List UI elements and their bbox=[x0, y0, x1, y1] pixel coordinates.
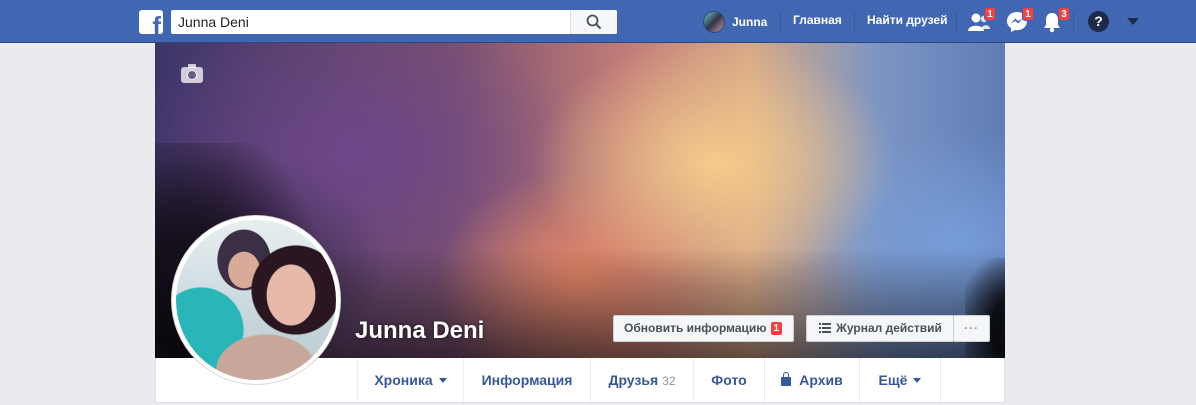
tab-photos-label: Фото bbox=[711, 372, 747, 388]
top-navigation-bar: f Junna Главная Найти друзей 1 1 bbox=[0, 0, 1196, 43]
chevron-down-icon bbox=[913, 378, 922, 383]
activity-log-label: Журнал действий bbox=[836, 321, 942, 335]
tab-friends[interactable]: Друзья 32 bbox=[590, 358, 693, 402]
chevron-down-icon bbox=[438, 378, 447, 383]
nav-divider bbox=[854, 13, 855, 31]
tab-friends-label: Друзья bbox=[608, 372, 659, 388]
profile-picture-image bbox=[176, 220, 336, 380]
profile-name[interactable]: Junna Deni bbox=[355, 317, 484, 345]
facebook-logo-icon[interactable]: f bbox=[139, 10, 163, 34]
tab-photos[interactable]: Фото bbox=[693, 358, 764, 402]
help-button[interactable]: ? bbox=[1088, 11, 1109, 32]
update-info-badge: 1 bbox=[770, 322, 783, 335]
camera-icon[interactable] bbox=[181, 64, 203, 83]
notifications-button[interactable]: 3 bbox=[1042, 7, 1070, 33]
update-info-button[interactable]: Обновить информацию 1 bbox=[613, 315, 794, 342]
search-box bbox=[171, 10, 617, 34]
messages-badge: 1 bbox=[1022, 7, 1034, 21]
nav-divider bbox=[780, 13, 781, 31]
tab-about-label: Информация bbox=[481, 372, 573, 388]
search-button[interactable] bbox=[570, 10, 617, 34]
tab-more-label: Ещё bbox=[878, 372, 908, 388]
find-friends-link[interactable]: Найти друзей bbox=[867, 13, 947, 27]
tab-about[interactable]: Информация bbox=[463, 358, 590, 402]
nav-divider bbox=[1073, 13, 1074, 31]
nav-divider bbox=[956, 13, 957, 31]
profile-picture[interactable] bbox=[171, 215, 341, 385]
avatar bbox=[703, 11, 725, 33]
tab-archive-label: Архив bbox=[799, 372, 843, 388]
lock-icon bbox=[781, 372, 792, 386]
messages-button[interactable]: 1 bbox=[1006, 7, 1034, 33]
tab-archive[interactable]: Архив bbox=[764, 358, 859, 402]
update-info-label: Обновить информацию bbox=[624, 321, 767, 335]
tab-timeline[interactable]: Хроника bbox=[357, 358, 463, 402]
account-menu-caret-icon[interactable] bbox=[1127, 18, 1139, 25]
search-icon bbox=[586, 14, 602, 30]
friends-count: 32 bbox=[662, 374, 676, 388]
home-link[interactable]: Главная bbox=[793, 13, 842, 27]
nav-user-name: Junna bbox=[732, 15, 768, 29]
friend-requests-badge: 1 bbox=[984, 7, 996, 21]
nav-profile-link[interactable]: Junna bbox=[703, 11, 767, 33]
notifications-badge: 3 bbox=[1058, 7, 1070, 21]
friend-requests-button[interactable]: 1 bbox=[968, 7, 996, 33]
more-options-button[interactable]: ··· bbox=[953, 315, 990, 342]
tab-timeline-label: Хроника bbox=[374, 372, 433, 388]
list-icon bbox=[819, 323, 831, 333]
activity-log-button[interactable]: Журнал действий bbox=[806, 315, 954, 342]
search-input[interactable] bbox=[171, 10, 569, 34]
tab-more[interactable]: Ещё bbox=[859, 358, 941, 402]
